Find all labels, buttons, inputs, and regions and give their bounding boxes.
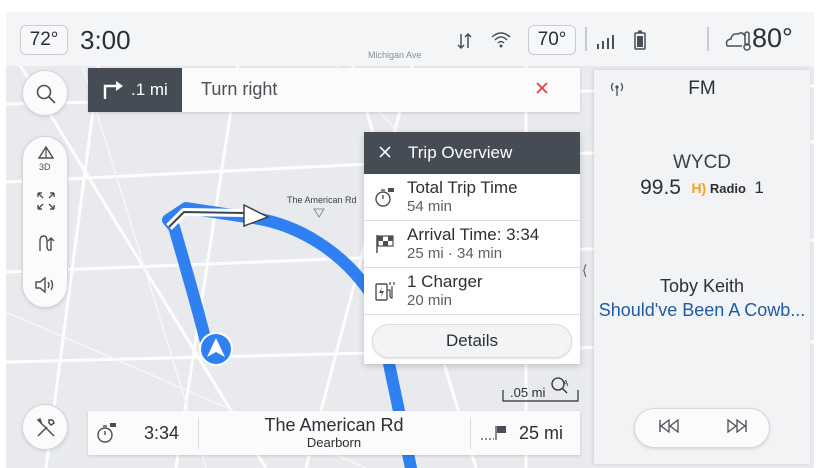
map-road-label: The American Rd bbox=[287, 195, 357, 205]
status-bar: 72° 3:00 Michigan Ave 70° 80° bbox=[6, 12, 814, 66]
speaker-icon bbox=[34, 275, 58, 300]
close-icon bbox=[535, 81, 549, 100]
clock: 3:00 bbox=[80, 25, 131, 55]
trip-overview-header: Trip Overview bbox=[364, 132, 580, 174]
nav-settings-button[interactable] bbox=[22, 404, 68, 450]
trip-row-value: 20 min bbox=[407, 292, 453, 309]
map-street-label: Michigan Ave bbox=[368, 50, 422, 60]
signal-strength-icon bbox=[596, 33, 616, 54]
divider-bar bbox=[584, 27, 588, 56]
tools-icon bbox=[35, 417, 57, 444]
trip-overview-panel: Trip Overview Total Trip Time 54 min Arr… bbox=[364, 132, 580, 364]
radio-band: FM bbox=[688, 78, 716, 99]
climate-temp-right[interactable]: 70° bbox=[528, 25, 576, 55]
stopwatch-flag-icon bbox=[96, 421, 118, 450]
previous-track-button[interactable] bbox=[635, 409, 703, 447]
3d-view-button[interactable]: 3D bbox=[23, 141, 69, 181]
artist-name: Toby Keith bbox=[659, 276, 745, 296]
trip-row-label: 1 Charger bbox=[407, 272, 483, 291]
details-button[interactable]: Details bbox=[372, 324, 572, 358]
next-track-button[interactable] bbox=[703, 409, 771, 447]
route-fork-icon bbox=[36, 233, 56, 258]
divider bbox=[470, 417, 471, 449]
station-name: WYCD bbox=[672, 152, 732, 173]
guidance-volume-button[interactable] bbox=[23, 267, 69, 307]
climate-temp-left[interactable]: 72° bbox=[20, 25, 68, 55]
trip-row-label: Total Trip Time bbox=[407, 178, 518, 197]
battery-icon bbox=[634, 30, 646, 55]
turn-banner[interactable]: .1 mi Turn right bbox=[88, 68, 580, 112]
charger-icon bbox=[374, 280, 396, 307]
trip-overview-title: Trip Overview bbox=[408, 143, 513, 162]
distance-flag-icon bbox=[480, 424, 508, 447]
data-transfer-icon bbox=[456, 31, 474, 56]
3d-compass-icon: 3D bbox=[36, 145, 56, 177]
radio-panel[interactable]: FM WYCD 99.5 H) Radio 1 Toby Keith Shoul… bbox=[594, 70, 810, 464]
next-maneuver: .1 mi bbox=[88, 68, 182, 112]
hd-radio-brand: Radio bbox=[709, 181, 746, 196]
map-scale: .05 mi A bbox=[502, 376, 580, 402]
frequency-row: 99.5 H) Radio 1 bbox=[594, 176, 810, 206]
hd-radio-logo: H) Radio bbox=[691, 180, 746, 196]
search-button[interactable] bbox=[22, 70, 68, 116]
distance-remaining: 25 mi bbox=[519, 423, 564, 443]
trip-row-label: Arrival Time: 3:34 bbox=[407, 225, 540, 244]
turn-distance: .1 mi bbox=[131, 80, 168, 99]
turn-right-arrow-icon bbox=[102, 80, 124, 105]
divider-bar-2 bbox=[706, 27, 710, 56]
wifi-icon bbox=[490, 29, 512, 54]
trip-row-value: 54 min bbox=[407, 198, 453, 215]
fit-route-button[interactable] bbox=[23, 183, 69, 223]
trip-summary-bar[interactable]: 3:34 The American Rd Dearborn 25 mi bbox=[88, 411, 580, 455]
map-controls: 3D bbox=[22, 136, 68, 308]
svg-text:3D: 3D bbox=[39, 162, 51, 172]
checkered-flag-icon bbox=[374, 233, 396, 260]
weather-cloud-thermometer-icon bbox=[724, 28, 754, 57]
end-guidance-button[interactable] bbox=[524, 73, 560, 107]
previous-icon bbox=[658, 418, 680, 438]
next-icon bbox=[726, 418, 748, 438]
media-controls bbox=[634, 408, 770, 448]
destination-name: The American Rd bbox=[264, 415, 404, 435]
eta-time: 3:34 bbox=[144, 423, 180, 443]
expand-arrows-icon bbox=[36, 191, 56, 216]
trip-row-total-time: Total Trip Time 54 min bbox=[364, 174, 580, 221]
map-scale-label: .05 mi bbox=[510, 385, 546, 400]
song-title: Should've Been A Cowb... bbox=[598, 300, 806, 320]
destination-city: Dearborn bbox=[306, 435, 362, 450]
close-trip-overview-button[interactable] bbox=[378, 142, 392, 167]
stopwatch-flag-icon bbox=[374, 186, 396, 213]
svg-text:A: A bbox=[563, 379, 569, 388]
hd-subchannel: 1 bbox=[754, 178, 764, 197]
close-icon bbox=[378, 146, 392, 166]
turn-instruction: Turn right bbox=[201, 79, 278, 99]
frequency: 99.5 bbox=[640, 176, 681, 199]
outside-temperature: 80° bbox=[752, 23, 793, 53]
route-options-button[interactable] bbox=[23, 225, 69, 265]
search-icon bbox=[35, 83, 57, 110]
collapse-panel-handle[interactable]: ⟨ bbox=[582, 262, 587, 279]
auto-zoom-icon[interactable]: A bbox=[550, 376, 572, 401]
trip-row-arrival: Arrival Time: 3:34 25 mi · 34 min bbox=[364, 221, 580, 268]
trip-row-charger: 1 Charger 20 min bbox=[364, 268, 580, 315]
trip-row-value: 25 mi · 34 min bbox=[407, 245, 503, 262]
